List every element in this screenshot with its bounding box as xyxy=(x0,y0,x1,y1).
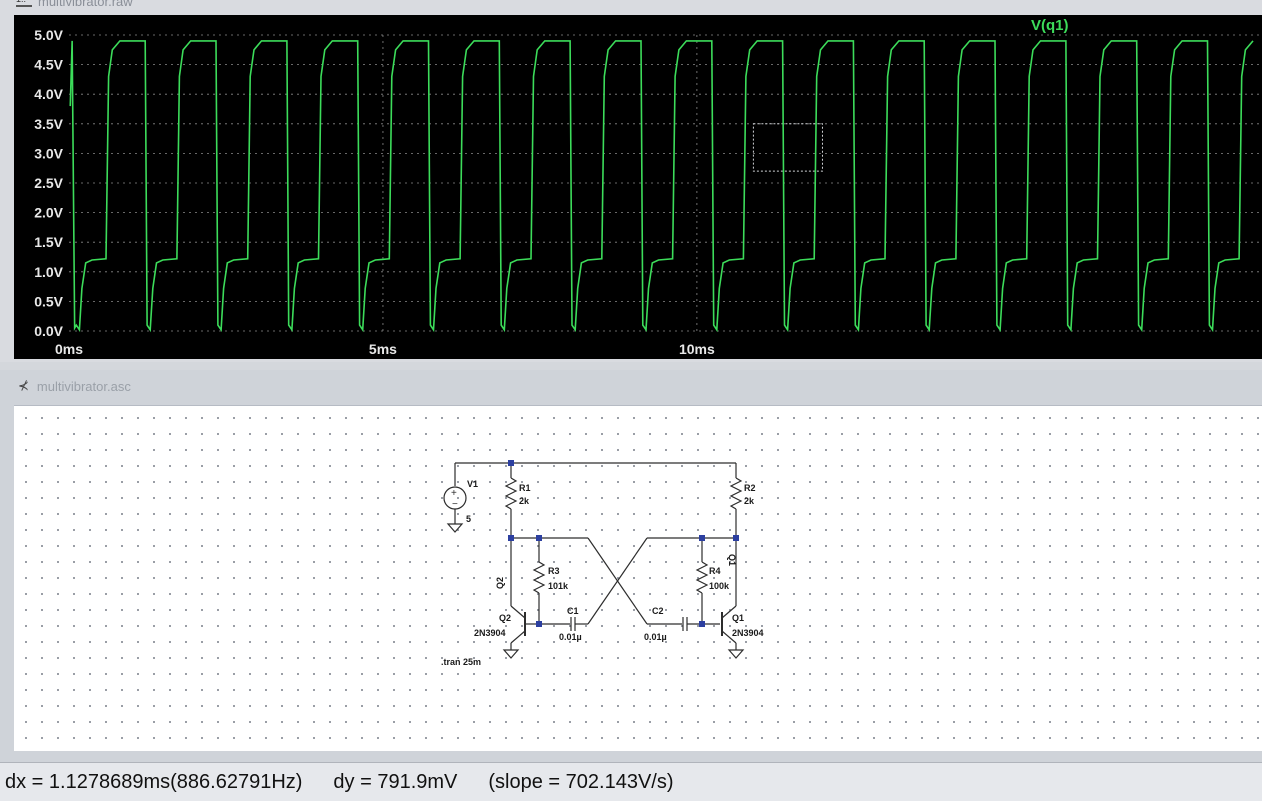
resistor-r4[interactable] xyxy=(695,561,709,594)
y-tick-label: 1.0V xyxy=(34,264,63,280)
label-r1-value: 2k xyxy=(519,496,530,506)
label-c2-name: C2 xyxy=(652,606,664,616)
junction-dot xyxy=(699,535,705,541)
label-q1-model: 2N3904 xyxy=(732,628,764,638)
label-r3-name: R3 xyxy=(548,566,560,576)
label-r2-name: R2 xyxy=(744,483,756,493)
spice-directive[interactable]: .tran 25m xyxy=(441,657,481,667)
y-tick-label: 3.5V xyxy=(34,116,63,132)
junction-dot xyxy=(508,460,514,466)
junction-dot xyxy=(733,535,739,541)
transistor-q2-emitter[interactable] xyxy=(510,630,526,644)
waveform-window-title[interactable]: 1.. multivibrator.raw xyxy=(16,0,133,9)
junction-dot xyxy=(536,535,542,541)
label-v1-value: 5 xyxy=(466,514,471,524)
y-tick-label: 3.0V xyxy=(34,145,63,161)
waveform-window-icon: 1.. xyxy=(16,0,32,7)
label-r3-value: 101k xyxy=(548,581,569,591)
resistor-r2[interactable] xyxy=(729,477,743,510)
trace-label[interactable]: V(q1) xyxy=(1031,17,1069,34)
voltage-source-plus: + xyxy=(451,488,457,499)
ground-v1-icon xyxy=(446,523,464,533)
y-tick-label: 2.0V xyxy=(34,205,63,221)
waveform-window: 1.. multivibrator.raw 0.0V 0.5V 1.0V 1.5V 2.… xyxy=(0,0,1262,362)
schematic-window-title-text: multivibrator.asc xyxy=(36,378,131,394)
schematic-window: ⊀ multivibrator.asc + − V1 5 R1 2k R2 2k… xyxy=(0,370,1262,762)
status-slope: (slope = 702.143V/s) xyxy=(488,770,674,793)
schematic-drawing[interactable]: + − V1 5 R1 2k R2 2k R3 101k R4 100k C1 … xyxy=(14,406,1262,751)
label-c1-name: C1 xyxy=(567,606,579,616)
y-tick-label: 1.5V xyxy=(34,234,63,250)
waveform-plot[interactable]: 0.0V 0.5V 1.0V 1.5V 2.0V 2.5V 3.0V 3.5V 4.0V 4.5V… xyxy=(14,15,1262,359)
junction-dot xyxy=(508,535,514,541)
label-v1-name: V1 xyxy=(467,479,478,489)
transistor-q2-collector[interactable] xyxy=(510,605,526,619)
y-tick-label: 0.5V xyxy=(34,293,63,309)
junction-dot xyxy=(536,621,542,627)
y-tick-label: 5.0V xyxy=(34,27,63,43)
label-r2-value: 2k xyxy=(744,496,755,506)
resistor-r1[interactable] xyxy=(504,477,518,510)
label-r4-value: 100k xyxy=(709,581,730,591)
label-q1-name: Q1 xyxy=(732,613,744,623)
x-tick-label: 0ms xyxy=(55,341,83,357)
x-tick-label: 5ms xyxy=(369,341,397,357)
net-label-q2[interactable]: Q2 xyxy=(495,577,505,589)
y-tick-label: 4.0V xyxy=(34,86,63,102)
schematic-window-icon: ⊀ xyxy=(18,378,29,393)
label-q2-model: 2N3904 xyxy=(474,628,506,638)
voltage-source-minus: − xyxy=(452,499,458,510)
plot-pane[interactable]: 0.0V 0.5V 1.0V 1.5V 2.0V 2.5V 3.0V 3.5V 4.0V 4.5V… xyxy=(14,15,1262,359)
trace-v-q1[interactable] xyxy=(69,40,1254,333)
y-tick-label: 0.0V xyxy=(34,323,63,339)
net-label-q1[interactable]: Q1 xyxy=(727,554,737,566)
ground-q1-icon xyxy=(727,649,745,659)
label-r1-name: R1 xyxy=(519,483,531,493)
y-tick-label: 2.5V xyxy=(34,175,63,191)
status-dx: dx = 1.1278689ms(886.62791Hz) xyxy=(5,770,303,793)
x-tick-label: 10ms xyxy=(679,341,715,357)
status-dy: dy = 791.9mV xyxy=(333,770,458,793)
schematic-canvas[interactable]: + − V1 5 R1 2k R2 2k R3 101k R4 100k C1 … xyxy=(14,405,1262,751)
schematic-window-title[interactable]: ⊀ multivibrator.asc xyxy=(18,378,131,394)
y-tick-label: 4.5V xyxy=(34,57,63,73)
waveform-window-title-text: multivibrator.raw xyxy=(38,0,133,9)
cursor-box[interactable] xyxy=(752,123,823,172)
label-q2-name: Q2 xyxy=(499,613,511,623)
status-bar: dx = 1.1278689ms(886.62791Hz) dy = 791.9… xyxy=(0,762,1262,801)
ground-q2-icon xyxy=(502,649,520,659)
label-r4-name: R4 xyxy=(709,566,721,576)
resistor-r3[interactable] xyxy=(532,561,546,594)
label-c2-value: 0.01µ xyxy=(644,632,667,642)
label-c1-value: 0.01µ xyxy=(559,632,582,642)
junction-dot xyxy=(699,621,705,627)
